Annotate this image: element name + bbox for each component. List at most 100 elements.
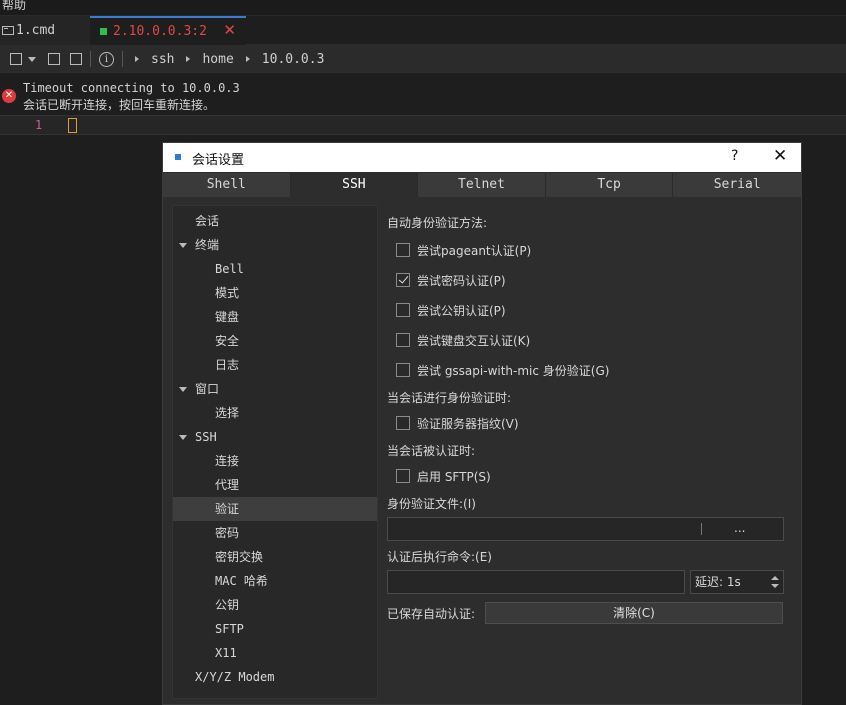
tree-item[interactable]: 公钥: [173, 593, 377, 617]
during-auth-label: 当会话进行身份验证时:: [387, 391, 512, 405]
keyboard-auth-checkbox[interactable]: [396, 333, 410, 347]
close-dialog-button[interactable]: ✕: [773, 146, 787, 166]
pageant-checkbox[interactable]: [396, 243, 410, 257]
pubkey-auth-label[interactable]: 尝试公钥认证(P): [417, 302, 506, 319]
keyfile-input[interactable]: ...: [387, 517, 784, 541]
new-tab-icon[interactable]: [10, 53, 22, 65]
verify-fingerprint-checkbox[interactable]: [396, 416, 410, 430]
tab-serial[interactable]: Serial: [673, 173, 801, 197]
info-icon[interactable]: i: [99, 51, 114, 67]
tree-item[interactable]: SFTP: [173, 617, 377, 641]
tab-bar: 1.cmd 2.10.0.0.3:2 ✕: [0, 16, 846, 45]
protocol-tabs: Shell SSH Telnet Tcp Serial: [163, 173, 801, 197]
spin-up-icon[interactable]: [771, 576, 779, 580]
tree-item-label: 窗口: [195, 382, 220, 396]
tree-item[interactable]: 终端: [173, 233, 377, 257]
tree-item[interactable]: 日志: [173, 353, 377, 377]
gssapi-label[interactable]: 尝试 gssapi-with-mic 身份验证(G): [417, 362, 609, 379]
tree-item-label: 终端: [195, 238, 220, 252]
tree-item[interactable]: 选择: [173, 401, 377, 425]
tab-telnet[interactable]: Telnet: [418, 173, 546, 197]
error-icon: ✕: [2, 89, 16, 103]
breadcrumb-item[interactable]: ssh: [135, 52, 174, 67]
tree-item[interactable]: 会话: [173, 209, 377, 233]
toolbar: i ssh home 10.0.0.3: [0, 45, 846, 73]
gssapi-checkbox[interactable]: [396, 363, 410, 377]
tree-item[interactable]: 密钥交换: [173, 545, 377, 569]
tab-shell[interactable]: Shell: [163, 173, 291, 197]
expand-arrow-icon[interactable]: [179, 387, 187, 392]
auth-methods-label: 自动身份验证方法:: [387, 216, 488, 230]
saved-auth-label: 已保存自动认证:: [387, 607, 476, 621]
toolbar-divider: [122, 51, 123, 67]
tab-label: 1.cmd: [16, 23, 56, 38]
tab-label: 2.10.0.0.3:2: [113, 24, 207, 39]
chevron-right-icon: [135, 56, 139, 62]
dialog-titlebar[interactable]: 会话设置 ? ✕: [163, 143, 801, 172]
error-message: Timeout connecting to 10.0.0.3: [23, 81, 240, 95]
tree-item-label: 密码: [215, 526, 240, 540]
sftp-checkbox[interactable]: [396, 469, 410, 483]
browse-button[interactable]: ...: [734, 521, 745, 535]
pageant-label[interactable]: 尝试pageant认证(P): [417, 242, 531, 259]
tree-item[interactable]: 代理: [173, 473, 377, 497]
line-number: 1: [35, 118, 43, 132]
tree-item[interactable]: 密码: [173, 521, 377, 545]
close-tab-icon[interactable]: ✕: [223, 21, 236, 39]
keyboard-auth-label[interactable]: 尝试键盘交互认证(K): [417, 332, 530, 349]
tab-ssh[interactable]: SSH: [290, 173, 419, 197]
tree-item[interactable]: 连接: [173, 449, 377, 473]
tree-item-label: 键盘: [215, 310, 240, 324]
tree-item-label: SFTP: [215, 622, 244, 636]
after-auth-label: 当会话被认证时:: [387, 444, 476, 458]
tab-cmd[interactable]: 1.cmd: [0, 16, 90, 45]
pubkey-auth-checkbox[interactable]: [396, 303, 410, 317]
verify-fingerprint-label[interactable]: 验证服务器指纹(V): [417, 415, 519, 432]
terminal-icon: [2, 26, 14, 35]
expand-arrow-icon[interactable]: [179, 243, 187, 248]
tree-item[interactable]: 窗口: [173, 377, 377, 401]
menu-help[interactable]: 帮助: [2, 0, 26, 13]
tree-item[interactable]: 验证: [173, 497, 377, 521]
terminal-input-line[interactable]: 1: [0, 115, 846, 135]
tree-item[interactable]: Bell: [173, 257, 377, 281]
tree-item-label: 会话: [195, 214, 220, 228]
split-pane-icon[interactable]: [70, 53, 82, 65]
toolbar-divider: [90, 51, 91, 67]
tree-item-label: X11: [215, 646, 237, 660]
expand-arrow-icon[interactable]: [179, 435, 187, 440]
dialog-title: 会话设置: [192, 153, 245, 168]
delay-value: 延迟: 1s: [695, 575, 741, 589]
tree-item-label: 公钥: [215, 598, 240, 612]
tree-item-label: X/Y/Z Modem: [195, 670, 275, 684]
delay-spinbox[interactable]: 延迟: 1s: [690, 570, 784, 594]
error-detail: 会话已断开连接，按回车重新连接。: [23, 98, 216, 112]
tree-item[interactable]: MAC 哈希: [173, 569, 377, 593]
tree-item[interactable]: 键盘: [173, 305, 377, 329]
tree-item[interactable]: X/Y/Z Modem: [173, 665, 377, 689]
breadcrumb-item[interactable]: 10.0.0.3: [245, 52, 324, 67]
sftp-label[interactable]: 启用 SFTP(S): [417, 468, 491, 485]
post-command-label: 认证后执行命令:(E): [387, 550, 492, 564]
tab-tcp[interactable]: Tcp: [545, 173, 674, 197]
breadcrumb-item[interactable]: home: [186, 52, 234, 67]
chevron-down-icon[interactable]: [28, 56, 36, 62]
help-button[interactable]: ?: [731, 148, 738, 164]
tree-item-label: Bell: [215, 262, 244, 276]
tree-item[interactable]: X11: [173, 641, 377, 665]
spin-down-icon[interactable]: [771, 584, 779, 588]
tree-item[interactable]: 安全: [173, 329, 377, 353]
tree-item-label: 选择: [215, 406, 240, 420]
tree-item-label: SSH: [195, 430, 217, 444]
clear-button[interactable]: 清除(C): [485, 602, 783, 624]
password-auth-checkbox[interactable]: [396, 273, 410, 287]
tab-ssh-session[interactable]: 2.10.0.0.3:2 ✕: [90, 16, 246, 45]
password-auth-label[interactable]: 尝试密码认证(P): [417, 272, 506, 289]
tree-item[interactable]: 模式: [173, 281, 377, 305]
duplicate-tab-icon[interactable]: [48, 53, 60, 65]
post-command-input[interactable]: [387, 570, 685, 594]
tree-item-label: 连接: [215, 454, 240, 468]
tree-item[interactable]: SSH: [173, 425, 377, 449]
tree-item-label: 代理: [215, 478, 240, 492]
status-dot-icon: [100, 28, 107, 35]
